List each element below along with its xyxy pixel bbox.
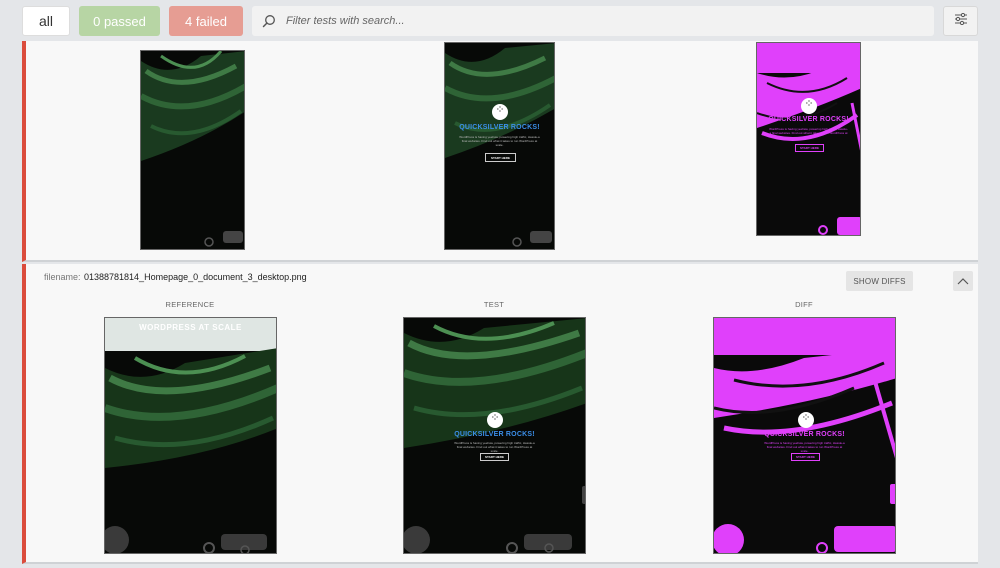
hero-title: QUICKSILVER ROCKS!: [768, 116, 849, 123]
hero-subtitle: WordPress is having yeehaw, powering hig…: [454, 441, 535, 453]
filename-label: filename:: [44, 272, 81, 282]
settings-button[interactable]: [943, 6, 978, 36]
test-card: filename: 01388781814_Homepage_0_documen…: [22, 264, 978, 564]
reference-header-title: WORDPRESS AT SCALE: [139, 323, 242, 332]
site-logo-icon: [801, 97, 817, 114]
hero-cta-button: START HERE: [480, 453, 509, 461]
filter-passed-button[interactable]: 0 passed: [79, 6, 160, 36]
reference-image[interactable]: [140, 50, 245, 250]
diff-column-label: DIFF: [795, 300, 813, 309]
hero-subtitle: WordPress is having yeehaw, powering hig…: [764, 441, 845, 453]
chevron-up-icon: [957, 272, 969, 290]
site-logo-icon: [487, 411, 503, 428]
hero-cta-button: START HERE: [791, 453, 820, 461]
search-icon: [254, 6, 284, 36]
reference-column-label: REFERENCE: [165, 300, 215, 309]
toolbar: all 0 passed 4 failed: [0, 0, 1000, 40]
filename-value: 01388781814_Homepage_0_document_3_deskto…: [84, 272, 307, 282]
test-image[interactable]: QUICKSILVER ROCKS! WordPress is having y…: [403, 317, 586, 554]
site-logo-icon: [492, 103, 508, 120]
hero-subtitle: WordPress is having yeehaw, powering hig…: [459, 135, 540, 147]
test-card: QUICKSILVER ROCKS! WordPress is having y…: [22, 41, 978, 262]
show-diffs-button[interactable]: SHOW DIFFS: [846, 271, 913, 291]
hero-title: QUICKSILVER ROCKS!: [459, 124, 540, 131]
sliders-icon: [954, 12, 968, 30]
reference-image[interactable]: WORDPRESS AT SCALE: [104, 317, 277, 554]
hero-subtitle: WordPress is having yeehaw, powering hig…: [769, 127, 848, 139]
search-bar: [252, 6, 934, 36]
search-input[interactable]: [286, 7, 886, 35]
site-logo-icon: [798, 411, 814, 428]
filter-failed-button[interactable]: 4 failed: [169, 6, 243, 36]
diff-image[interactable]: QUICKSILVER ROCKS! WordPress is having y…: [756, 42, 861, 236]
diff-image[interactable]: QUICKSILVER ROCKS! WordPress is having y…: [713, 317, 896, 554]
filter-all-button[interactable]: all: [22, 6, 70, 36]
hero-cta-button: START HERE: [795, 144, 824, 152]
hero-title: QUICKSILVER ROCKS!: [454, 431, 535, 438]
hero-cta-button: START HERE: [485, 153, 516, 162]
test-column-label: TEST: [483, 300, 505, 309]
test-image[interactable]: QUICKSILVER ROCKS! WordPress is having y…: [444, 42, 555, 250]
hero-title: QUICKSILVER ROCKS!: [764, 431, 845, 438]
collapse-button[interactable]: [953, 271, 973, 291]
